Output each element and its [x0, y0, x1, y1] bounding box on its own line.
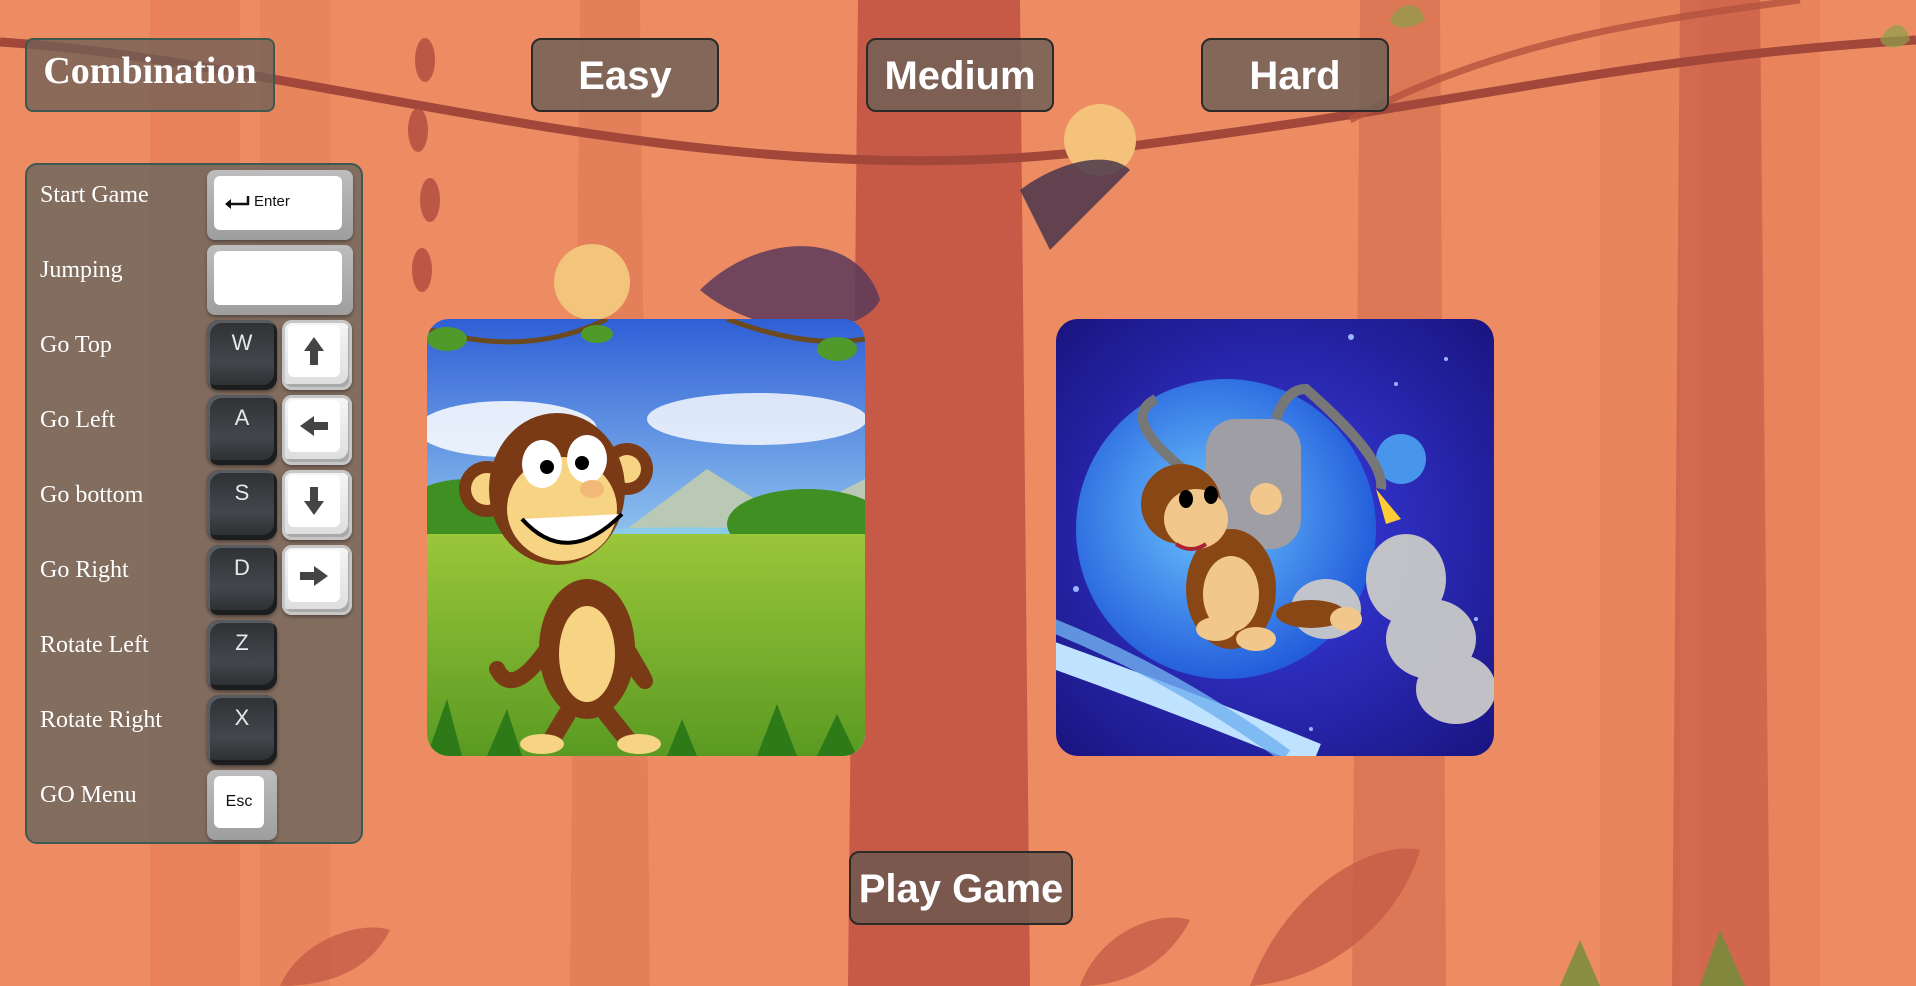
control-row-start-game: Start Game Enter — [27, 170, 361, 245]
control-row-go-menu: GO Menu Esc — [27, 770, 361, 845]
control-label: Go bottom — [40, 482, 144, 508]
control-label: Rotate Right — [40, 707, 162, 733]
control-row-jumping: Jumping — [27, 245, 361, 320]
control-row-rotate-right: Rotate Right X — [27, 695, 361, 770]
jetpack-monkey-icon — [1056, 319, 1494, 756]
a-key: A — [207, 395, 277, 465]
control-label: Go Right — [40, 557, 129, 583]
enter-key: Enter — [207, 170, 353, 240]
hard-button[interactable]: Hard — [1201, 38, 1389, 112]
d-key: D — [207, 545, 277, 615]
enter-key-label: Enter — [254, 193, 290, 210]
arrow-left-icon — [300, 416, 328, 436]
esc-key: Esc — [207, 770, 277, 840]
s-key: S — [207, 470, 277, 540]
controls-panel: Start Game Enter Jumping Go Top W Go Lef… — [25, 163, 363, 844]
control-label: Go Left — [40, 407, 116, 433]
space-monkey-card[interactable] — [1056, 319, 1494, 756]
control-label: Jumping — [40, 257, 123, 283]
cartoon-monkey-icon — [427, 319, 865, 756]
control-row-go-right: Go Right D — [27, 545, 361, 620]
control-label: Rotate Left — [40, 632, 149, 658]
esc-key-label: Esc — [214, 776, 264, 828]
spacebar-key — [207, 245, 353, 315]
control-row-go-top: Go Top W — [27, 320, 361, 395]
play-game-button[interactable]: Play Game — [849, 851, 1073, 925]
easy-button[interactable]: Easy — [531, 38, 719, 112]
down-arrow-key — [282, 470, 352, 540]
arrow-right-icon — [300, 566, 328, 586]
medium-button[interactable]: Medium — [866, 38, 1054, 112]
control-row-rotate-left: Rotate Left Z — [27, 620, 361, 695]
x-key: X — [207, 695, 277, 765]
control-label: Go Top — [40, 332, 112, 358]
right-arrow-key — [282, 545, 352, 615]
left-arrow-key — [282, 395, 352, 465]
arrow-down-icon — [304, 487, 324, 515]
z-key: Z — [207, 620, 277, 690]
control-label: Start Game — [40, 182, 149, 208]
arrow-up-icon — [304, 337, 324, 365]
w-key: W — [207, 320, 277, 390]
control-row-go-left: Go Left A — [27, 395, 361, 470]
control-row-go-bottom: Go bottom S — [27, 470, 361, 545]
up-arrow-key — [282, 320, 352, 390]
combination-title: Combination — [25, 38, 275, 112]
enter-arrow-icon — [225, 196, 250, 209]
control-label: GO Menu — [40, 782, 137, 808]
jungle-monkey-card[interactable] — [427, 319, 865, 756]
